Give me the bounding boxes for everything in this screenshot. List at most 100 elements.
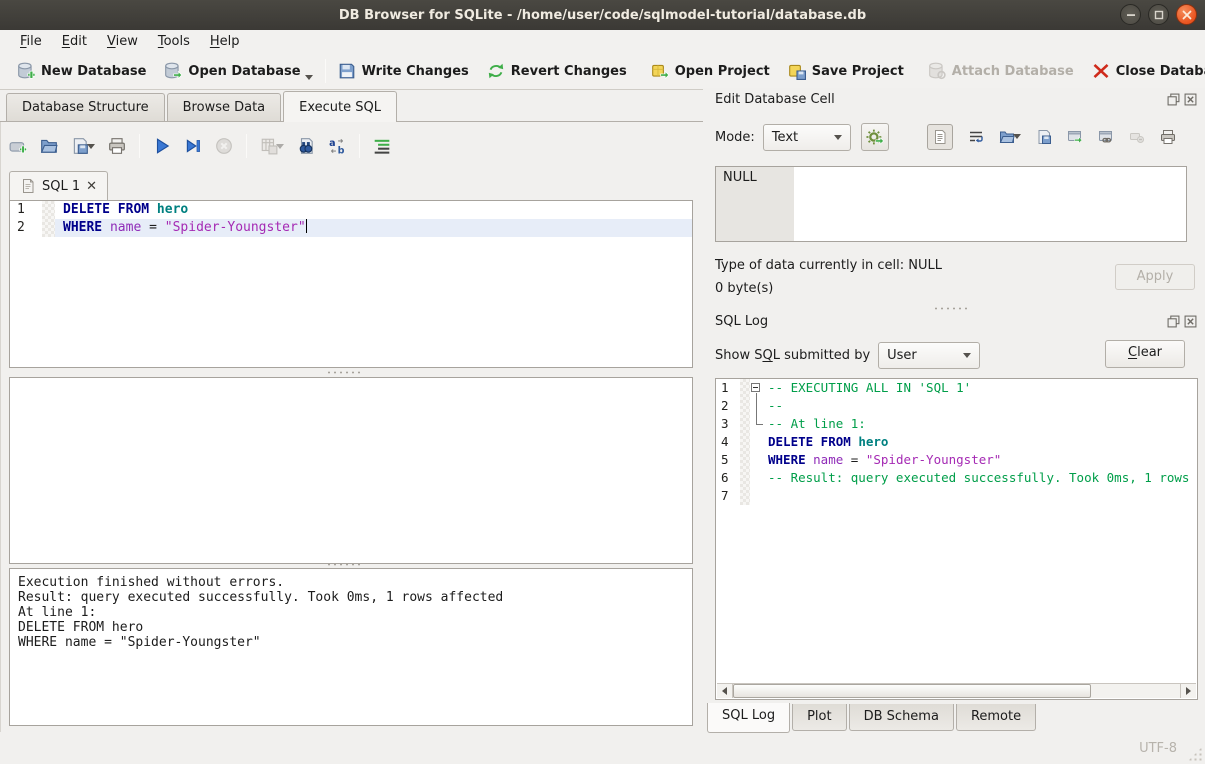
- tab-db-schema[interactable]: DB Schema: [849, 704, 954, 731]
- sql-file-tab[interactable]: SQL 1 ✕: [9, 171, 108, 200]
- save-sql-dropdown-arrow[interactable]: [87, 144, 95, 149]
- printer-icon: [108, 137, 126, 155]
- horizontal-scrollbar[interactable]: [717, 683, 1196, 698]
- fold-collapse-icon[interactable]: [751, 383, 760, 392]
- execute-current-line-button[interactable]: [184, 137, 202, 155]
- sql-log-dock-title: SQL Log: [715, 314, 768, 329]
- results-pane: [9, 377, 693, 564]
- open-database-dropdown-arrow[interactable]: [305, 75, 313, 80]
- maximize-button[interactable]: [1148, 4, 1169, 25]
- menu-tools[interactable]: Tools: [148, 32, 200, 51]
- splitter-handle[interactable]: [326, 562, 360, 567]
- float-dock-icon[interactable]: [1167, 93, 1180, 106]
- copy-link-button[interactable]: [1098, 129, 1114, 145]
- tab-browse-data[interactable]: Browse Data: [167, 93, 282, 121]
- close-database-button[interactable]: Close Database: [1083, 56, 1205, 86]
- log-filter-label: Show SQL submitted by: [715, 348, 870, 363]
- attach-database-button: Attach Database: [919, 56, 1083, 86]
- tab-database-structure[interactable]: Database Structure: [6, 93, 165, 121]
- text-document-icon: [932, 129, 948, 145]
- log-line: 3 -- At line 1:: [716, 415, 1197, 433]
- revert-changes-button[interactable]: Revert Changes: [478, 56, 636, 86]
- toolbar-separator: [325, 59, 326, 83]
- open-sql-tab-button[interactable]: [9, 137, 27, 155]
- scroll-right-button[interactable]: [1180, 684, 1196, 698]
- tab-remote[interactable]: Remote: [956, 704, 1036, 731]
- open-sql-file-button[interactable]: [40, 137, 58, 155]
- fold-margin: [42, 201, 55, 219]
- project-save-icon: [788, 62, 806, 80]
- clear-log-button[interactable]: Clear: [1105, 340, 1185, 368]
- menu-edit[interactable]: Edit: [52, 32, 97, 51]
- log-line: 7: [716, 487, 1197, 505]
- tab-sql-log[interactable]: SQL Log: [707, 703, 790, 733]
- open-database-button[interactable]: Open Database: [155, 56, 321, 86]
- menu-file[interactable]: File: [10, 32, 52, 51]
- execute-all-button[interactable]: [153, 137, 171, 155]
- print-cell-button[interactable]: [1160, 129, 1176, 145]
- open-in-external-app-button[interactable]: [1067, 129, 1083, 145]
- resize-grip[interactable]: [1188, 747, 1202, 761]
- minimize-button[interactable]: [1120, 4, 1141, 25]
- encoding-indicator[interactable]: UTF-8: [1139, 741, 1177, 756]
- close-dock-icon[interactable]: [1184, 315, 1197, 328]
- import-cell-data-button[interactable]: [999, 129, 1021, 145]
- close-button[interactable]: [1176, 4, 1197, 25]
- save-sql-file-button[interactable]: [71, 137, 95, 155]
- stop-execution-button: [215, 137, 233, 155]
- menu-bar: File Edit View Tools Help: [0, 30, 1205, 53]
- export-cell-data-button[interactable]: [1036, 129, 1052, 145]
- database-open-icon: [164, 62, 182, 80]
- log-filter-value: User: [887, 348, 917, 363]
- svg-text:a: a: [329, 138, 335, 149]
- right-dock-area: Edit Database Cell Mode: Text: [703, 88, 1205, 732]
- log-filter-combobox[interactable]: User: [878, 342, 980, 369]
- open-file-icon: [40, 137, 58, 155]
- find-replace-icon: a b: [328, 137, 346, 155]
- toolbar-separator: [139, 134, 140, 158]
- toolbar-separator: [359, 134, 360, 158]
- import-dropdown-arrow[interactable]: [1013, 134, 1021, 139]
- word-wrap-toggle[interactable]: [968, 129, 984, 145]
- format-sql-button[interactable]: [373, 137, 391, 155]
- open-project-button[interactable]: Open Project: [642, 56, 779, 86]
- save-icon: [338, 62, 356, 80]
- auto-switch-mode-button[interactable]: [861, 123, 889, 151]
- cell-size-text: 0 byte(s): [715, 281, 773, 296]
- cell-mode-combobox[interactable]: Text: [763, 124, 851, 151]
- mode-value: Text: [772, 130, 798, 145]
- save-project-button[interactable]: Save Project: [779, 56, 913, 86]
- close-icon: [1178, 6, 1196, 24]
- execution-message-pane[interactable]: Execution finished without errors. Resul…: [9, 568, 693, 726]
- mode-label: Mode:: [715, 130, 755, 145]
- menu-help[interactable]: Help: [200, 32, 250, 51]
- find-icon: [297, 137, 315, 155]
- revert-icon: [487, 62, 505, 80]
- write-changes-button[interactable]: Write Changes: [329, 56, 478, 86]
- sql-log-view[interactable]: 1 -- EXECUTING ALL IN 'SQL 1' 2 -- 3 -- …: [715, 378, 1198, 700]
- toolbar-separator: [246, 134, 247, 158]
- scrollbar-thumb[interactable]: [733, 684, 1091, 698]
- print-sql-button[interactable]: [108, 137, 126, 155]
- scrollbar-track[interactable]: [1091, 684, 1180, 698]
- splitter-handle[interactable]: [326, 370, 360, 375]
- close-dock-icon[interactable]: [1184, 93, 1197, 106]
- tab-plot[interactable]: Plot: [792, 704, 847, 731]
- database-new-icon: [17, 62, 35, 80]
- dock-tab-bar: SQL Log Plot DB Schema Remote: [707, 704, 1038, 733]
- minimize-icon: [1122, 6, 1140, 24]
- tab-execute-sql[interactable]: Execute SQL: [283, 91, 397, 122]
- line-number: 1: [10, 201, 42, 219]
- splitter-handle[interactable]: [933, 306, 967, 311]
- text-mode-toggle[interactable]: [927, 124, 953, 150]
- arrow-right-icon: [1186, 687, 1191, 695]
- find-replace-button[interactable]: a b: [328, 137, 346, 155]
- sql-editor[interactable]: 1 DELETE FROM hero 2 WHERE name = "Spide…: [9, 200, 693, 368]
- close-sql-tab-icon[interactable]: ✕: [86, 179, 97, 194]
- new-database-button[interactable]: New Database: [8, 56, 155, 86]
- float-dock-icon[interactable]: [1167, 315, 1180, 328]
- scroll-left-button[interactable]: [717, 684, 733, 698]
- menu-view[interactable]: View: [97, 32, 148, 51]
- find-button[interactable]: [297, 137, 315, 155]
- cell-value-editor[interactable]: NULL: [715, 166, 1187, 242]
